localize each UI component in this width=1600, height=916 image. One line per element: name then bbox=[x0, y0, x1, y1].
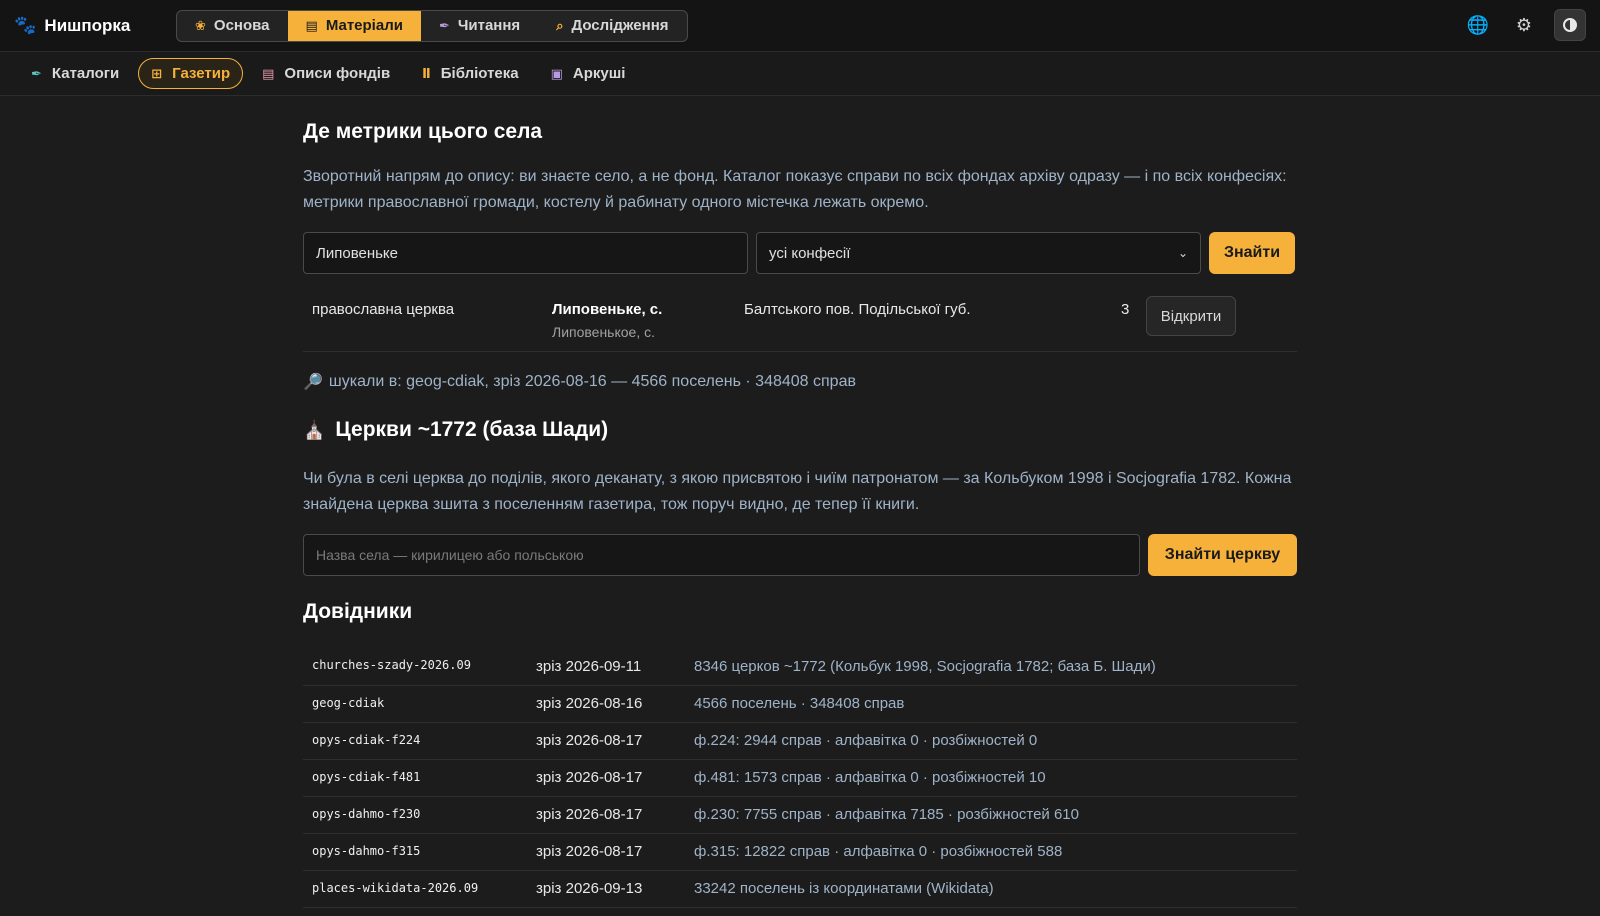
tab-label: Основа bbox=[213, 17, 270, 34]
references-table: churches-szady-2026.09 зріз 2026-09-11 834… bbox=[303, 648, 1297, 908]
chevron-down-icon: ⌄ bbox=[1177, 246, 1188, 260]
subnav-label: Газетир bbox=[172, 65, 231, 82]
reference-id: churches-szady-2026.09 bbox=[303, 648, 536, 686]
grid-icon: ⊞ bbox=[151, 65, 163, 81]
reference-date: зріз 2026-08-17 bbox=[536, 796, 694, 834]
subnav-label: Бібліотека bbox=[440, 65, 519, 82]
searched-in-note: 🔎 шукали в: geog-cdiak, зріз 2026-08-16 … bbox=[303, 372, 1297, 392]
place-input[interactable]: Липовеньке bbox=[303, 232, 748, 274]
paw-icon: ❀ bbox=[195, 17, 206, 33]
brand[interactable]: 🐾 Нишпорка bbox=[14, 15, 152, 36]
reference-description: 8346 церков ~1772 (Кольбук 1998, Socjogr… bbox=[694, 648, 1297, 686]
tab-osnova[interactable]: ❀ Основа bbox=[177, 11, 288, 41]
reference-date: зріз 2026-08-17 bbox=[536, 833, 694, 871]
church-search-input[interactable]: Назва села — кирилицею або польською bbox=[303, 534, 1140, 576]
tab-chytannia[interactable]: ✒ Читання bbox=[421, 11, 538, 41]
reference-id: opys-dahmo-f315 bbox=[303, 833, 536, 871]
table-row: opys-dahmo-f230 зріз 2026-08-17 ф.230: 775… bbox=[303, 796, 1297, 834]
reference-description: ф.230: 7755 справ · алфавітка 7185 · роз… bbox=[694, 796, 1297, 834]
tab-doslidzhennia[interactable]: ⌕ Дослідження bbox=[538, 11, 686, 41]
image-icon: ▣ bbox=[550, 65, 563, 81]
result-count: 3 bbox=[1121, 301, 1130, 318]
section-title-churches: ⛪ Церкви ~1772 (база Шади) bbox=[303, 418, 1297, 442]
contrast-icon bbox=[1563, 18, 1577, 32]
reference-date: зріз 2026-09-11 bbox=[536, 648, 694, 686]
reference-description: ф.481: 1573 справ · алфавітка 0 · розбіж… bbox=[694, 759, 1297, 797]
subnav-label: Каталоги bbox=[51, 65, 120, 82]
church-search-placeholder: Назва села — кирилицею або польською bbox=[316, 547, 584, 563]
reference-date: зріз 2026-08-16 bbox=[536, 685, 694, 723]
subnav-label: Описи фондів bbox=[284, 65, 391, 82]
confession-select-value: усі конфесії bbox=[769, 244, 851, 262]
find-button[interactable]: Знайти bbox=[1209, 232, 1295, 274]
churches-description: Чи була в селі церква до поділів, якого … bbox=[303, 470, 1292, 513]
table-row: opys-cdiak-f224 зріз 2026-08-17 ф.224: 294… bbox=[303, 722, 1297, 760]
books-icon: Ⅱ bbox=[422, 65, 431, 81]
reference-date: зріз 2026-08-17 bbox=[536, 759, 694, 797]
reference-id: geog-cdiak bbox=[303, 685, 536, 723]
reference-id: places-wikidata-2026.09 bbox=[303, 870, 536, 908]
metryky-search-row: Липовеньке усі конфесії ⌄ Знайти bbox=[303, 232, 1297, 274]
section-title-references: Довідники bbox=[303, 600, 413, 623]
tab-materialy[interactable]: ▤ Матеріали bbox=[287, 10, 421, 41]
subnav-item-library[interactable]: Ⅱ Бібліотека bbox=[409, 58, 531, 89]
church-icon: ⛪ bbox=[303, 419, 326, 440]
result-row: православна церква Липовеньке, с. Липове… bbox=[303, 274, 1297, 352]
table-row: opys-cdiak-f481 зріз 2026-08-17 ф.481: 157… bbox=[303, 759, 1297, 797]
table-row: churches-szady-2026.09 зріз 2026-09-11 834… bbox=[303, 648, 1297, 686]
feather-icon: ✒ bbox=[438, 17, 450, 33]
table-row: places-wikidata-2026.09 зріз 2026-09-13 33… bbox=[303, 870, 1297, 908]
reference-description: 33242 поселень із координатами (Wikidata… bbox=[694, 870, 1297, 908]
archive-box-icon: ▤ bbox=[262, 65, 275, 81]
reference-description: ф.224: 2944 справ · алфавітка 0 · розбіж… bbox=[694, 722, 1297, 760]
reference-date: зріз 2026-08-17 bbox=[536, 722, 694, 760]
magnifier-icon: 🔎 bbox=[303, 374, 323, 391]
main-content: Де метрики цього села Зворотний напрям д… bbox=[303, 96, 1297, 908]
sub-nav: ✒ Каталоги ⊞ Газетир ▤ Описи фондів Ⅱ Бі… bbox=[0, 52, 1600, 96]
globe-icon[interactable]: 🌐 bbox=[1462, 9, 1494, 41]
open-button[interactable]: Відкрити bbox=[1146, 296, 1236, 336]
place-input-value: Липовеньке bbox=[316, 244, 399, 262]
table-row: opys-dahmo-f315 зріз 2026-08-17 ф.315: 128… bbox=[303, 833, 1297, 871]
magnifier-icon: ⌕ bbox=[556, 17, 564, 33]
reference-id: opys-dahmo-f230 bbox=[303, 796, 536, 834]
tab-label: Матеріали bbox=[325, 17, 403, 34]
paw-icon: 🐾 bbox=[14, 15, 37, 35]
subnav-label: Аркуші bbox=[572, 65, 626, 82]
main-nav: ❀ Основа ▤ Матеріали ✒ Читання ⌕ Дослідж… bbox=[176, 9, 688, 42]
tab-label: Читання bbox=[457, 17, 521, 34]
result-village: Липовеньке, с. bbox=[552, 301, 663, 318]
subnav-item-fund-descriptions[interactable]: ▤ Описи фондів bbox=[249, 58, 403, 89]
metryky-description: Зворотний напрям до опису: ви знаєте сел… bbox=[303, 168, 1287, 211]
top-bar: 🐾 Нишпорка ❀ Основа ▤ Матеріали ✒ Читанн… bbox=[0, 0, 1600, 52]
subnav-item-catalogs[interactable]: ✒ Каталоги bbox=[18, 58, 132, 89]
section-title-metryky: Де метрики цього села bbox=[303, 120, 543, 143]
reference-date: зріз 2026-09-13 bbox=[536, 870, 694, 908]
quill-icon: ✒ bbox=[31, 65, 42, 81]
searched-in-text: шукали в: geog-cdiak, зріз 2026-08-16 — … bbox=[328, 373, 856, 390]
find-church-button[interactable]: Знайти церкву bbox=[1148, 534, 1297, 576]
reference-id: opys-cdiak-f224 bbox=[303, 722, 536, 760]
subnav-item-gazetteer[interactable]: ⊞ Газетир bbox=[138, 58, 244, 89]
theme-toggle-button[interactable] bbox=[1554, 9, 1586, 41]
result-region: Балтського пов. Подільської губ. bbox=[744, 301, 971, 318]
result-confession: православна церква bbox=[312, 301, 455, 318]
reference-id: opys-cdiak-f481 bbox=[303, 759, 536, 797]
church-search-row: Назва села — кирилицею або польською Зна… bbox=[303, 534, 1297, 576]
tab-label: Дослідження bbox=[571, 17, 669, 34]
archive-box-icon: ▤ bbox=[305, 17, 318, 33]
churches-title-text: Церкви ~1772 (база Шади) bbox=[335, 418, 609, 441]
result-village-ru: Липовенькое, с. bbox=[552, 324, 655, 340]
confession-select[interactable]: усі конфесії ⌄ bbox=[756, 232, 1201, 274]
subnav-item-sheets[interactable]: ▣ Аркуші bbox=[538, 58, 639, 89]
top-right-controls: 🌐 ⚙ bbox=[1462, 9, 1586, 41]
table-row: geog-cdiak зріз 2026-08-16 4566 поселень ·… bbox=[303, 685, 1297, 723]
reference-description: 4566 поселень · 348408 справ bbox=[694, 685, 1297, 723]
gear-icon[interactable]: ⚙ bbox=[1508, 9, 1540, 41]
brand-name: Нишпорка bbox=[44, 15, 131, 35]
reference-description: ф.315: 12822 справ · алфавітка 0 · розбі… bbox=[694, 833, 1297, 871]
